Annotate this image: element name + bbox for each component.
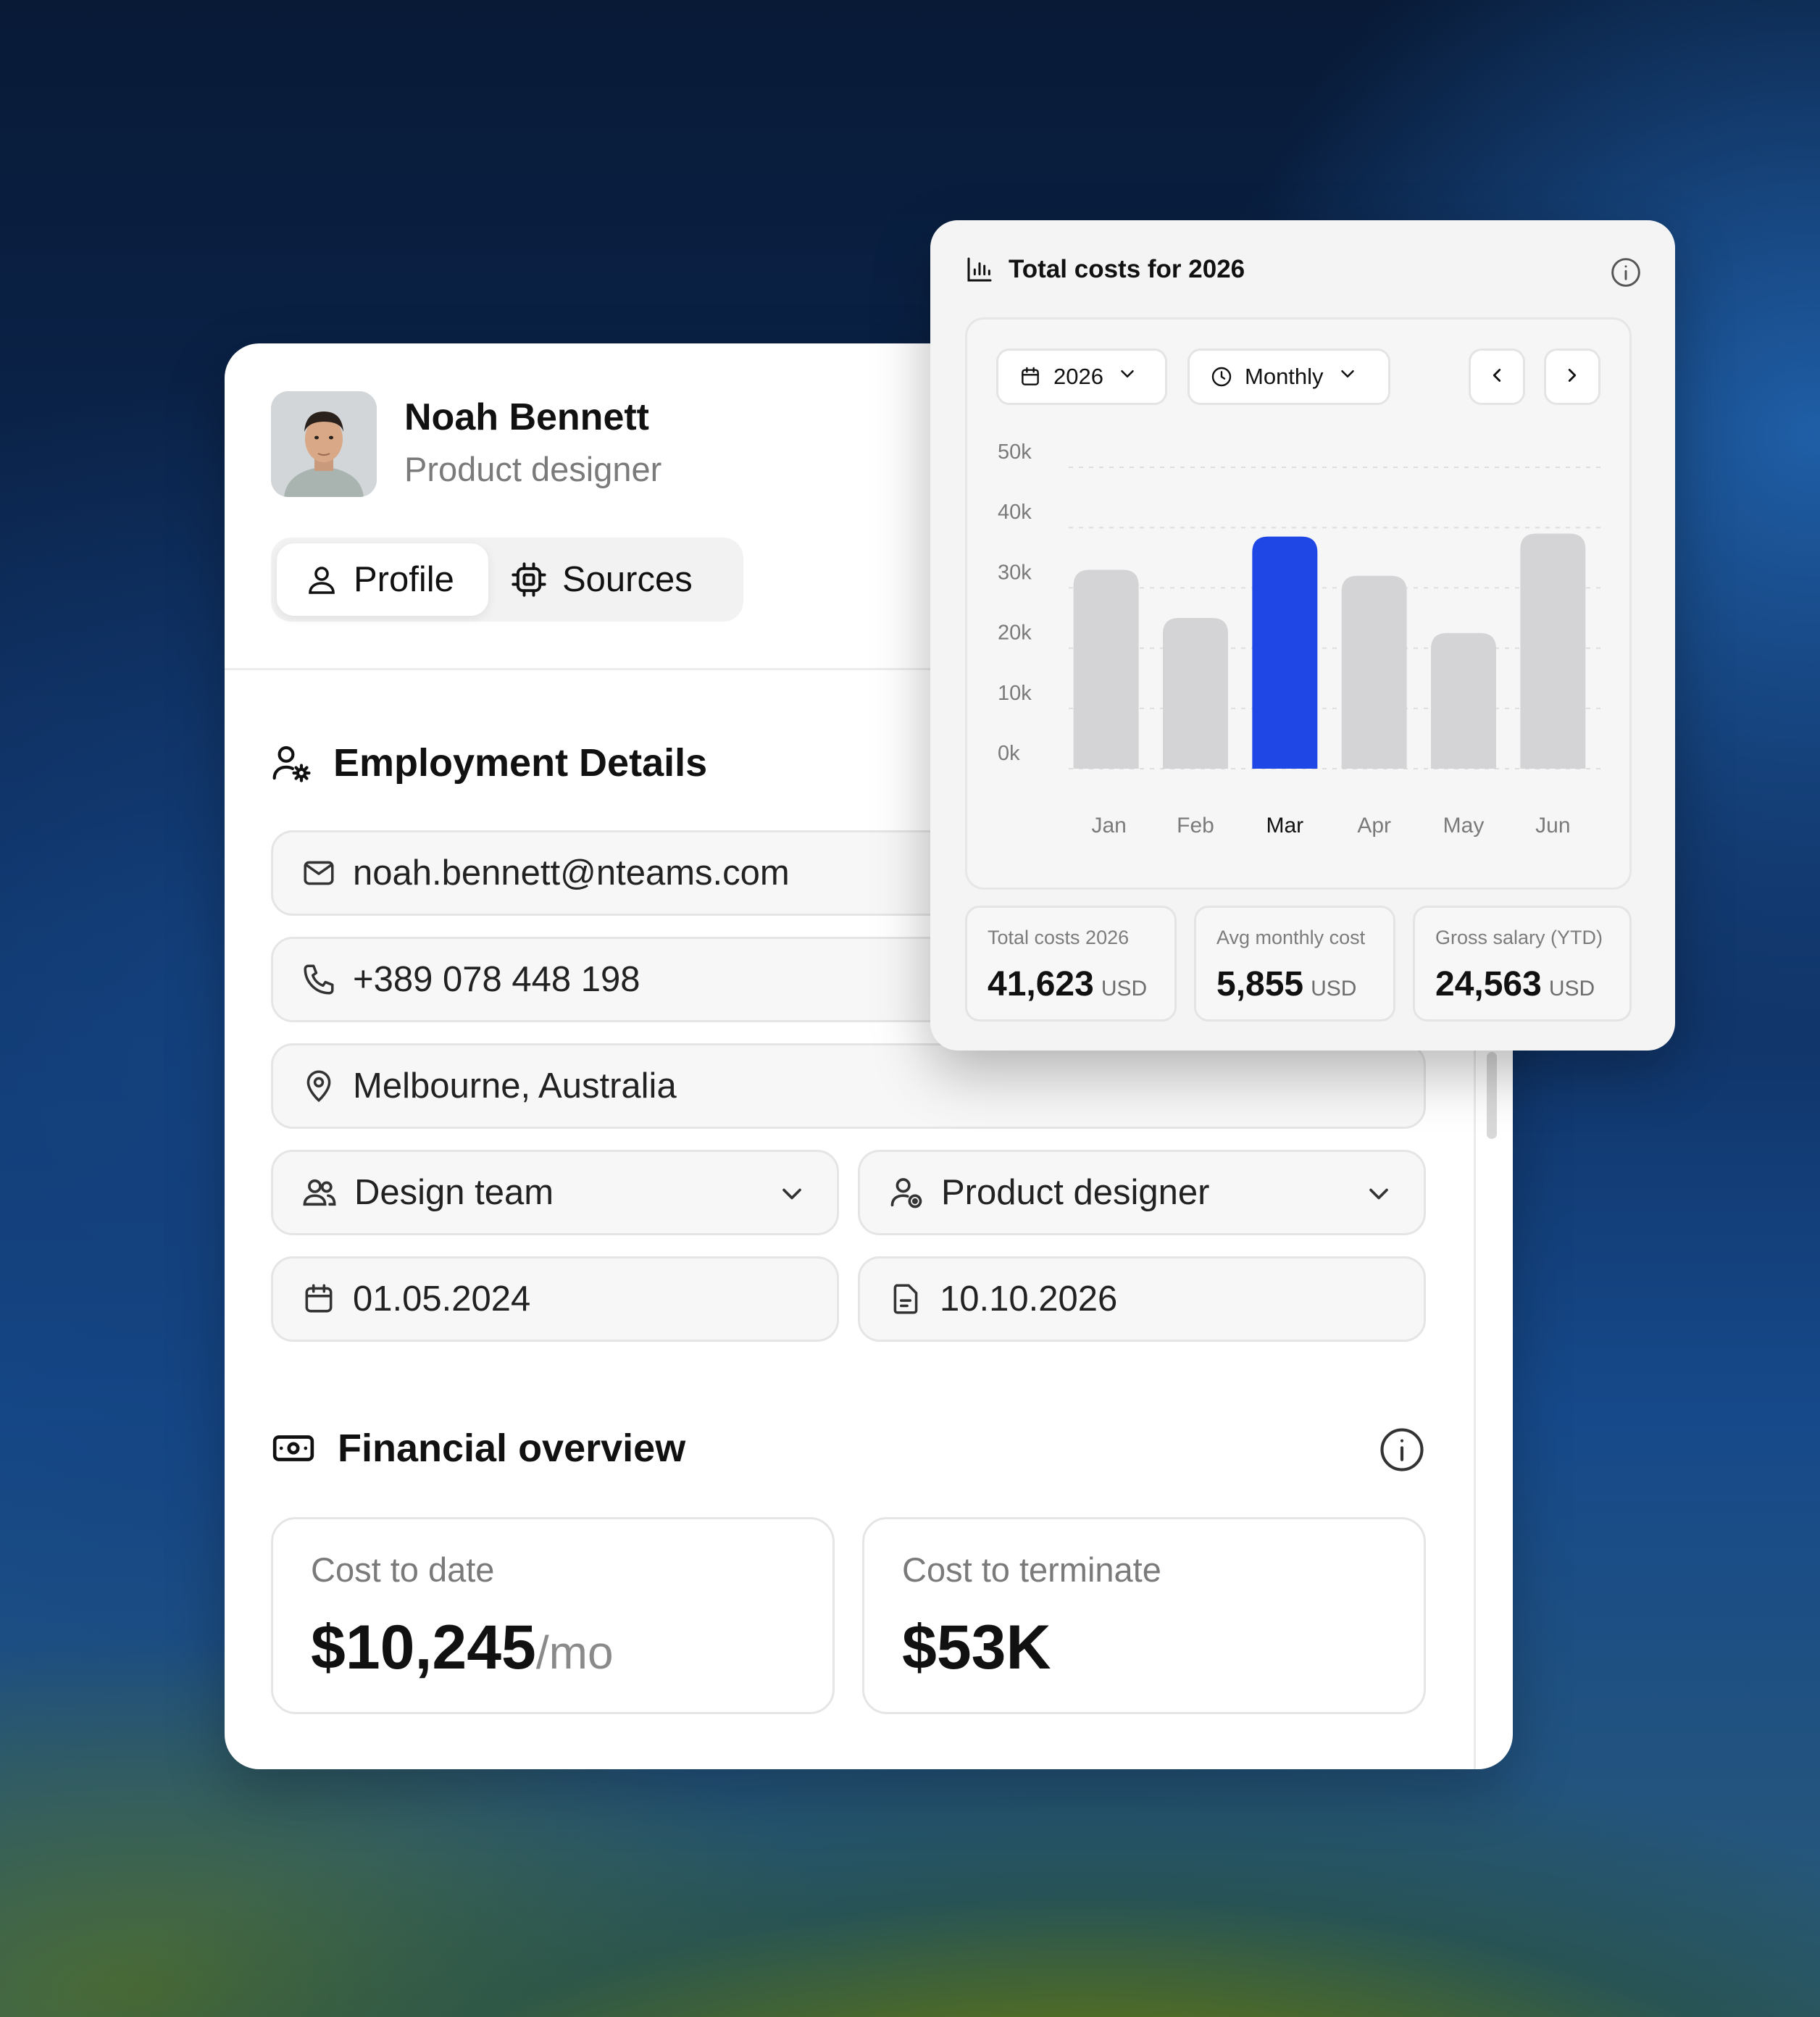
- cost-to-date-label: Cost to date: [311, 1550, 495, 1589]
- bar-apr: [1341, 575, 1407, 769]
- bar-feb: [1163, 618, 1228, 769]
- financial-overview-heading: Financial overview: [271, 1426, 685, 1471]
- employment-details-heading: Employment Details: [271, 740, 707, 785]
- cost-to-terminate-value: $53K: [902, 1613, 1051, 1682]
- scrollbar-thumb[interactable]: [1487, 1052, 1497, 1139]
- chevron-down-icon: [1363, 1178, 1395, 1219]
- bar-chart-icon: [965, 255, 994, 284]
- x-tick-label: Jun: [1535, 814, 1570, 838]
- cost-to-terminate-label: Cost to terminate: [902, 1550, 1161, 1589]
- profile-tabs: Profile Sources: [271, 538, 743, 622]
- user-settings-icon: [271, 743, 312, 783]
- end-date-field[interactable]: 10.10.2026: [858, 1256, 1426, 1342]
- chevron-down-icon: [776, 1178, 808, 1219]
- chart-panel: 2026 Monthly 50k 40k 30k 20k 10k 0k Jan …: [965, 317, 1632, 890]
- banknote-icon: [271, 1426, 316, 1471]
- bar-jun: [1520, 533, 1586, 769]
- user-badge-icon: [888, 1174, 925, 1211]
- team-select[interactable]: Design team: [271, 1150, 839, 1235]
- cost-to-date-card: Cost to date $10,245/mo: [271, 1517, 835, 1714]
- stat-total-costs: Total costs 2026 41,623 USD: [965, 906, 1177, 1022]
- location-field[interactable]: Melbourne, Australia: [271, 1043, 1426, 1129]
- stat-gross-salary: Gross salary (YTD) 24,563 USD: [1413, 906, 1632, 1022]
- y-tick-label: 50k: [998, 440, 1032, 464]
- employee-role: Product designer: [404, 450, 662, 488]
- location-value: Melbourne, Australia: [353, 1066, 677, 1106]
- start-date-value: 01.05.2024: [353, 1279, 531, 1319]
- end-date-value: 10.10.2026: [940, 1279, 1118, 1319]
- x-tick-label: Apr: [1357, 814, 1391, 838]
- y-tick-label: 40k: [998, 501, 1032, 524]
- bar-jan: [1073, 569, 1139, 769]
- tab-profile-label: Profile: [354, 560, 454, 599]
- tab-sources-label: Sources: [562, 560, 693, 599]
- cost-to-terminate-card: Cost to terminate $53K: [862, 1517, 1426, 1714]
- tab-sources[interactable]: Sources: [501, 543, 719, 616]
- x-tick-label: Jan: [1091, 814, 1126, 838]
- position-value: Product designer: [941, 1173, 1210, 1212]
- monthly-costs-bar-chart: 50k 40k 30k 20k 10k 0k Jan Feb Mar Apr May Jun: [998, 440, 1605, 838]
- map-pin-icon: [301, 1068, 337, 1104]
- mail-icon: [301, 855, 337, 891]
- position-select[interactable]: Product designer: [858, 1150, 1426, 1235]
- document-icon: [888, 1281, 924, 1317]
- x-tick-label: Feb: [1177, 814, 1214, 838]
- calendar-icon: [301, 1281, 337, 1317]
- info-icon[interactable]: [1378, 1426, 1426, 1474]
- users-icon: [301, 1174, 338, 1211]
- bar-mar: [1252, 536, 1318, 769]
- phone-icon: [301, 961, 337, 998]
- x-tick-label: May: [1443, 814, 1485, 838]
- team-value: Design team: [354, 1173, 554, 1212]
- phone-value: +389 078 448 198: [353, 960, 640, 999]
- employee-name: Noah Bennett: [404, 396, 649, 438]
- email-value: noah.bennett@nteams.com: [353, 853, 790, 893]
- stat-avg-monthly-cost: Avg monthly cost 5,855 USD: [1194, 906, 1395, 1022]
- start-date-field[interactable]: 01.05.2024: [271, 1256, 839, 1342]
- chip-icon: [510, 561, 548, 598]
- chart-title: Total costs for 2026: [965, 255, 1245, 284]
- bar-may: [1431, 632, 1496, 769]
- scrollbar[interactable]: [1474, 1039, 1476, 1769]
- x-tick-label: Mar: [1266, 814, 1303, 838]
- y-tick-label: 30k: [998, 561, 1032, 584]
- y-tick-label: 10k: [998, 682, 1032, 705]
- y-tick-label: 20k: [998, 622, 1032, 645]
- user-icon: [304, 562, 339, 597]
- costs-chart-card: Total costs for 2026 2026 Monthly 50k 40…: [930, 220, 1675, 1051]
- tab-profile[interactable]: Profile: [277, 543, 488, 616]
- info-icon[interactable]: [1610, 256, 1642, 292]
- avatar: [271, 391, 377, 497]
- y-tick-label: 0k: [998, 742, 1020, 765]
- cost-to-date-value: $10,245/mo: [311, 1613, 614, 1682]
